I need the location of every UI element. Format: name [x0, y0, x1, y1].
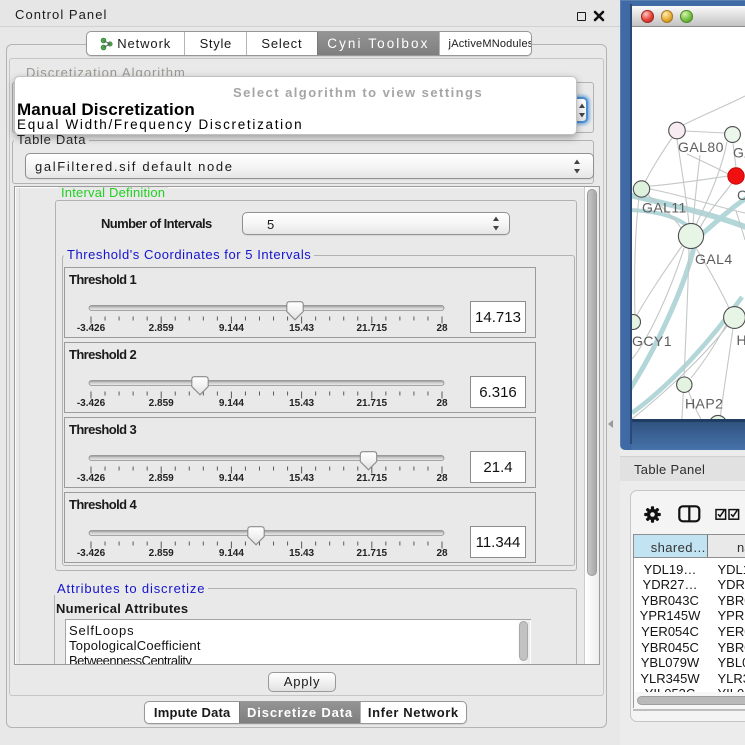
svg-text:GAL11: GAL11	[642, 200, 687, 216]
svg-text:HAP2: HAP2	[685, 396, 723, 412]
svg-text:C: C	[737, 187, 745, 203]
svg-text:H: H	[737, 332, 745, 348]
svg-text:GAL4: GAL4	[695, 251, 733, 267]
svg-text:GAL80: GAL80	[678, 139, 724, 155]
svg-text:GCY1: GCY1	[632, 333, 672, 349]
svg-text:GA: GA	[733, 145, 745, 161]
